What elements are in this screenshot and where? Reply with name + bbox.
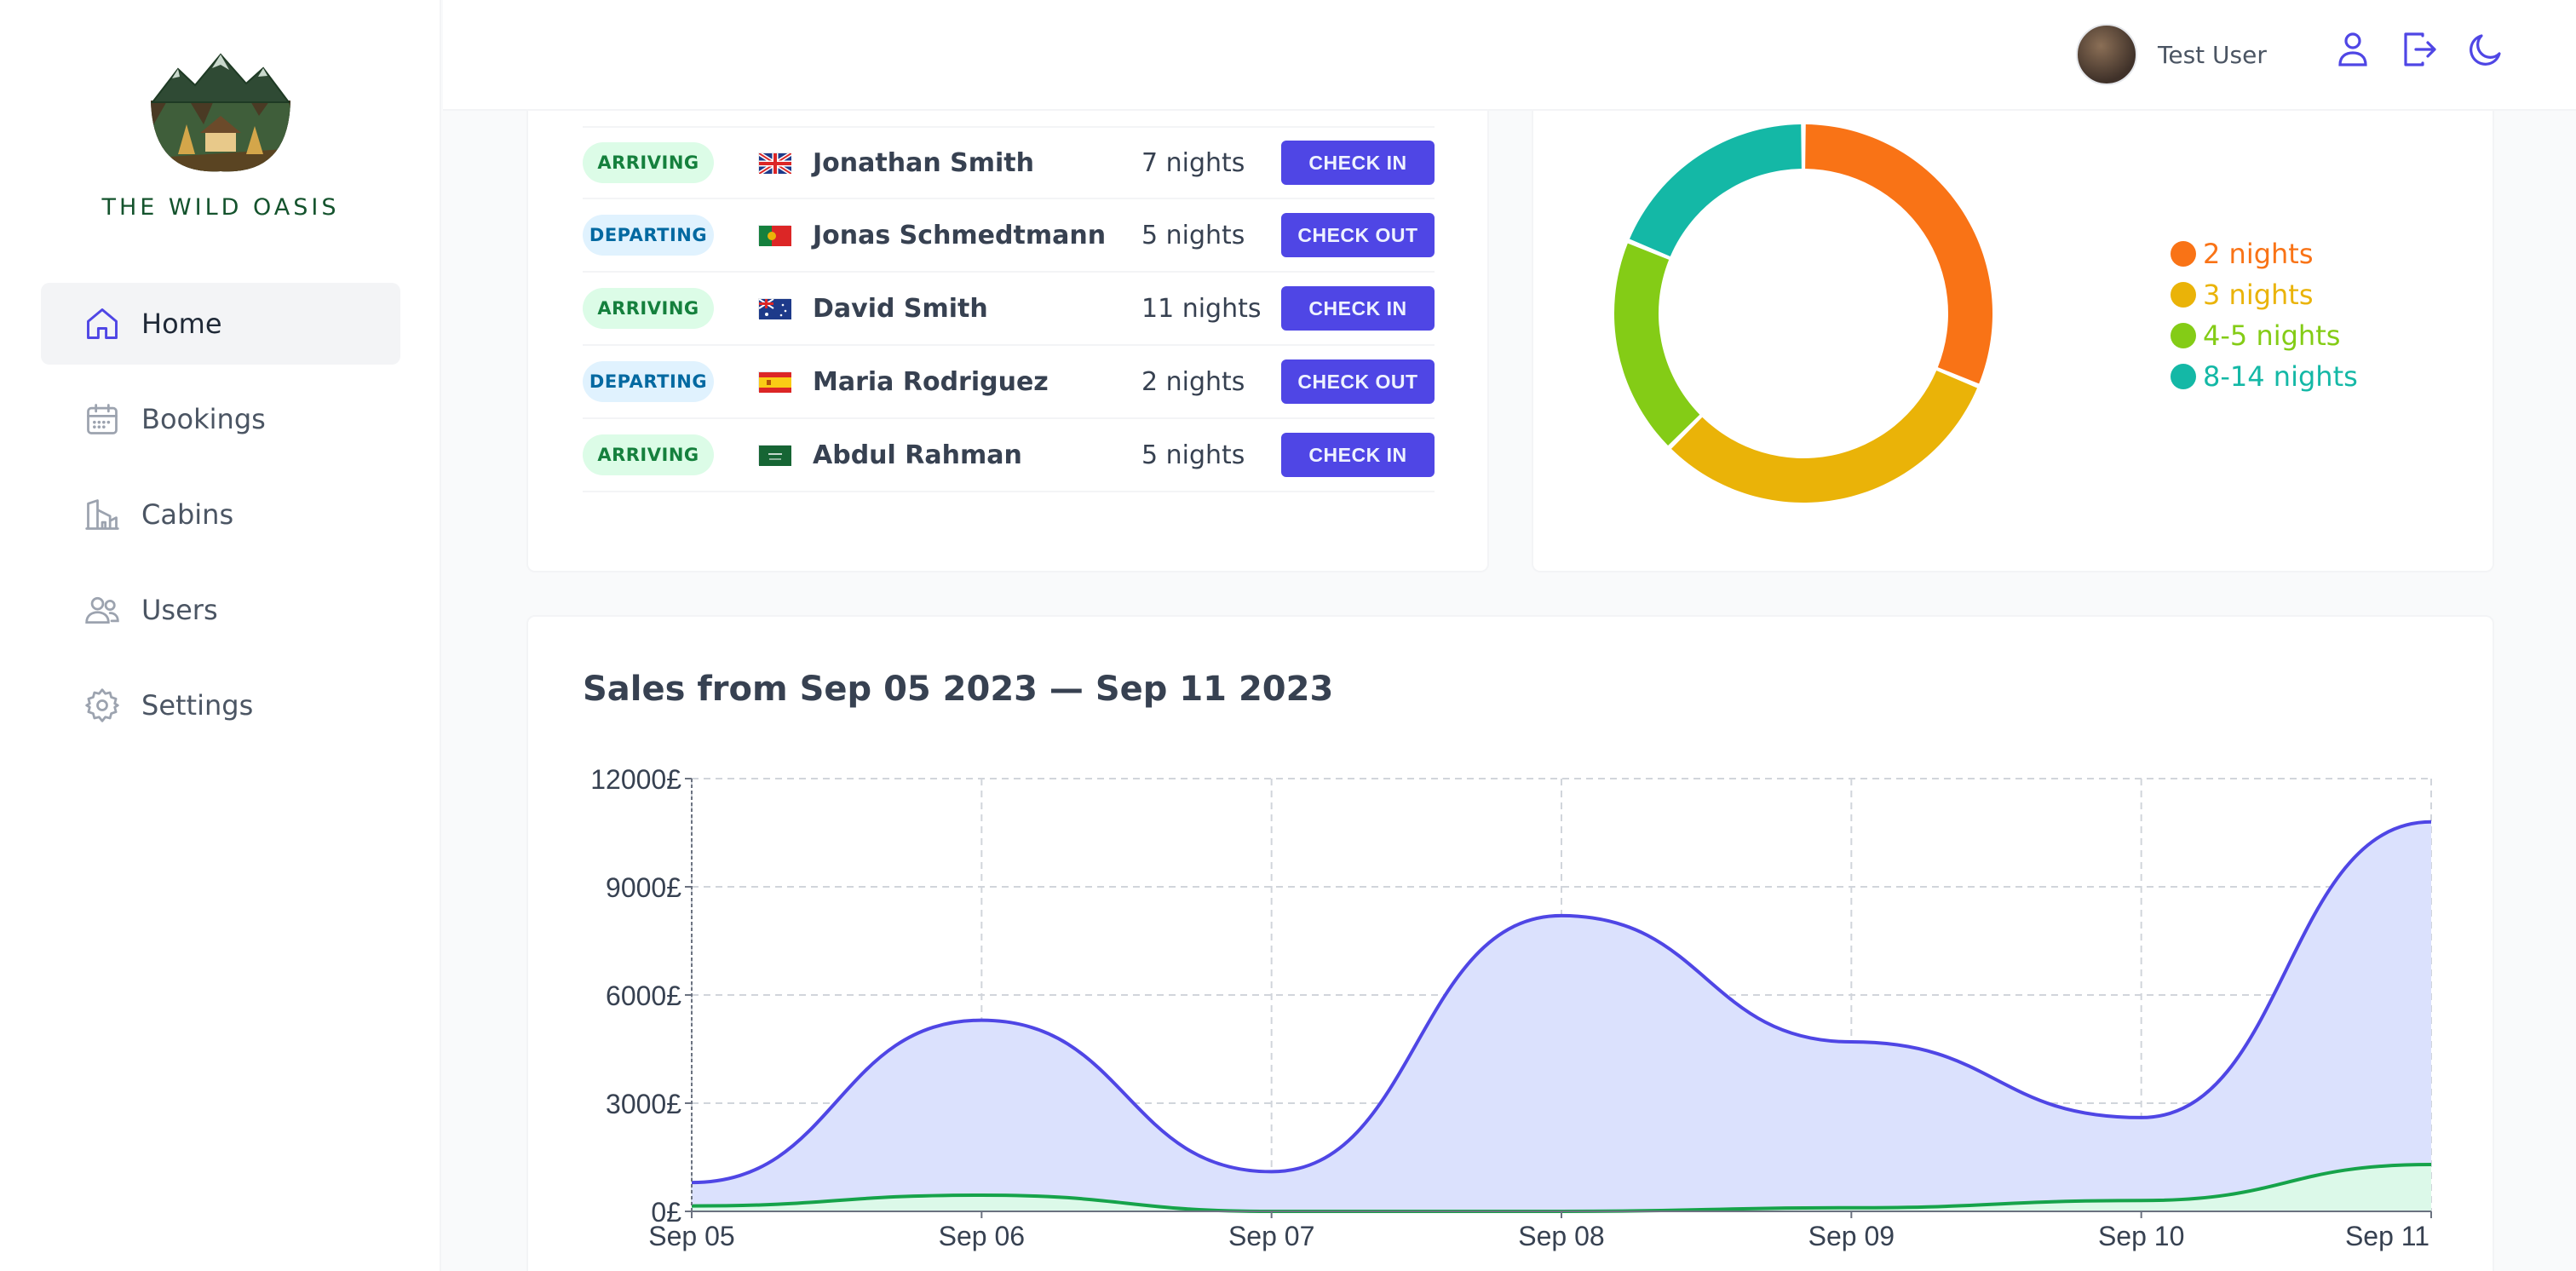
country-flag-icon (757, 151, 793, 176)
x-tick-label: Sep 08 (1518, 1221, 1604, 1251)
legend-item: 4-5 nights (2171, 315, 2358, 356)
stay-duration-panel: 2 nights 3 nights 4-5 nights 8-14 nights (1532, 95, 2494, 572)
activity-row: DEPARTING Maria Rodriguez 2 nights CHECK OU… (583, 346, 1435, 419)
logo-image (150, 53, 290, 172)
y-tick-label: 9000£ (606, 872, 681, 903)
user-menu[interactable]: Test User (2076, 24, 2267, 85)
user-icon[interactable] (2332, 29, 2373, 70)
sidebar-item-label: Home (141, 308, 222, 340)
sidebar-item-home[interactable]: Home (41, 283, 400, 365)
guest-name: Maria Rodriguez (813, 366, 1049, 397)
country-flag-icon (758, 298, 791, 319)
calendar-icon (87, 404, 118, 434)
x-tick-label: Sep 09 (1808, 1221, 1895, 1251)
check-out-button[interactable]: CHECK OUT (1281, 359, 1435, 404)
legend-dot (2171, 364, 2196, 389)
logo: THE WILD OASIS (0, 48, 441, 221)
logo-text: THE WILD OASIS (101, 194, 340, 221)
activity-row: ARRIVING Abdul Rahman 5 nights CHECK IN (583, 419, 1435, 492)
nights-count: 7 nights (1141, 147, 1245, 178)
sidebar-item-label: Bookings (141, 403, 266, 435)
app-header: Test User (443, 0, 2576, 111)
main-nav: Home Bookings Cabins Users Settings (41, 283, 400, 760)
legend-label: 2 nights (2203, 238, 2314, 270)
check-in-button[interactable]: CHECK IN (1281, 286, 1435, 331)
moon-icon[interactable] (2465, 29, 2506, 70)
x-tick-label: Sep 11 (2345, 1221, 2429, 1251)
x-tick-label: Sep 07 (1228, 1221, 1314, 1251)
status-badge: DEPARTING (583, 361, 714, 402)
nights-count: 2 nights (1141, 366, 1245, 397)
guest-name: David Smith (813, 293, 988, 324)
cabin-icon (85, 499, 119, 530)
y-tick-label: 12000£ (590, 764, 681, 795)
duration-pie-chart (1614, 124, 1992, 503)
status-badge: DEPARTING (583, 215, 714, 256)
x-tick-label: Sep 06 (939, 1221, 1025, 1251)
nights-count: 5 nights (1141, 440, 1245, 470)
sales-chart-panel: Sales from Sep 05 2023 — Sep 11 2023 0£ 3… (526, 615, 2494, 1271)
users-icon (85, 596, 119, 624)
guest-name: Abdul Rahman (813, 440, 1022, 470)
check-in-button[interactable]: CHECK IN (1281, 141, 1435, 185)
activity-row: ARRIVING David Smith 11 nights CHECK IN (583, 273, 1435, 346)
avatar (2076, 24, 2137, 85)
x-tick-label: Sep 10 (2098, 1221, 2184, 1251)
today-activity-panel: ARRIVING Jonathan Smith 7 nights CHECK IN DE… (526, 95, 1489, 572)
sidebar-item-bookings[interactable]: Bookings (41, 378, 400, 460)
legend-label: 8-14 nights (2203, 360, 2358, 393)
x-tick-label: Sep 05 (648, 1221, 734, 1251)
activity-row: ARRIVING Jonathan Smith 7 nights CHECK IN (583, 126, 1435, 199)
check-in-button[interactable]: CHECK IN (1281, 433, 1435, 477)
sidebar-item-settings[interactable]: Settings (41, 664, 400, 746)
gear-icon (85, 688, 119, 722)
pie-legend: 2 nights 3 nights 4-5 nights 8-14 nights (2171, 233, 2358, 397)
guest-name: Jonathan Smith (813, 147, 1034, 178)
home-icon (87, 308, 118, 339)
legend-dot (2171, 323, 2196, 348)
sidebar: THE WILD OASIS Home Bookings Cabins User… (0, 0, 441, 1271)
logout-icon[interactable] (2399, 29, 2440, 70)
sidebar-item-label: Settings (141, 689, 254, 722)
country-flag-icon (758, 371, 791, 393)
legend-label: 3 nights (2203, 279, 2314, 311)
y-tick-label: 3000£ (606, 1089, 681, 1119)
country-flag-icon (758, 445, 791, 466)
legend-item: 8-14 nights (2171, 356, 2358, 397)
sidebar-item-users[interactable]: Users (41, 569, 400, 651)
guest-name: Jonas Schmedtmann (813, 220, 1107, 250)
pie-slice (1805, 124, 1992, 384)
nights-count: 5 nights (1141, 220, 1245, 250)
status-badge: ARRIVING (583, 142, 714, 183)
check-out-button[interactable]: CHECK OUT (1281, 213, 1435, 257)
sales-area-chart: 0£3000£6000£9000£12000£Sep 05 Sep 06 Sep 0… (590, 764, 2432, 1251)
status-badge: ARRIVING (583, 288, 714, 329)
pie-slice (1614, 243, 1700, 446)
legend-item: 2 nights (2171, 233, 2358, 274)
user-name: Test User (2158, 40, 2267, 69)
legend-label: 4-5 nights (2203, 319, 2341, 352)
pie-slice (1670, 371, 1978, 503)
sidebar-item-cabins[interactable]: Cabins (41, 474, 400, 555)
legend-dot (2171, 241, 2196, 267)
legend-item: 3 nights (2171, 274, 2358, 315)
nights-count: 11 nights (1141, 293, 1262, 324)
y-tick-label: 6000£ (606, 981, 681, 1011)
legend-dot (2171, 282, 2196, 308)
status-badge: ARRIVING (583, 434, 714, 475)
sidebar-item-label: Cabins (141, 498, 234, 531)
country-flag-icon (758, 225, 791, 246)
pie-slice (1629, 124, 1802, 256)
sidebar-item-label: Users (141, 594, 218, 626)
activity-row: DEPARTING Jonas Schmedtmann 5 nights CHECK … (583, 199, 1435, 273)
